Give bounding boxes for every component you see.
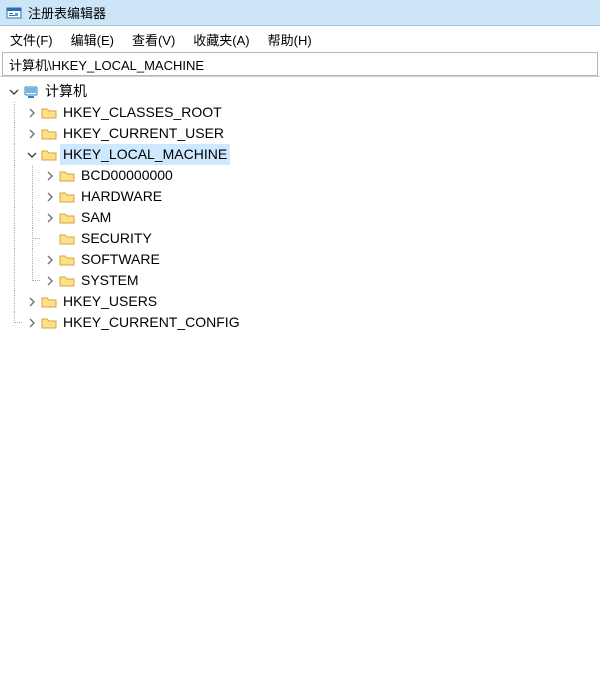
tree-label: HARDWARE bbox=[78, 186, 165, 207]
folder-icon bbox=[58, 231, 76, 247]
title-bar: 注册表编辑器 bbox=[0, 0, 600, 26]
chevron-right-icon[interactable] bbox=[24, 129, 40, 139]
folder-icon bbox=[58, 252, 76, 268]
window-title: 注册表编辑器 bbox=[28, 3, 106, 22]
menu-view[interactable]: 查看(V) bbox=[130, 28, 177, 51]
tree-node-hkcu[interactable]: HKEY_CURRENT_USER bbox=[0, 123, 600, 144]
tree-label: BCD00000000 bbox=[78, 165, 176, 186]
tree-node-hklm[interactable]: HKEY_LOCAL_MACHINE bbox=[0, 144, 600, 291]
folder-icon bbox=[58, 189, 76, 205]
tree-label: HKEY_CURRENT_CONFIG bbox=[60, 312, 243, 333]
folder-icon bbox=[58, 273, 76, 289]
tree-node-system[interactable]: SYSTEM bbox=[0, 270, 600, 291]
tree-label: HKEY_CURRENT_USER bbox=[60, 123, 227, 144]
chevron-down-icon[interactable] bbox=[24, 150, 40, 160]
menu-edit[interactable]: 编辑(E) bbox=[69, 28, 116, 51]
folder-icon bbox=[58, 210, 76, 226]
tree-node-sam[interactable]: SAM bbox=[0, 207, 600, 228]
tree-node-hku[interactable]: HKEY_USERS bbox=[0, 291, 600, 312]
tree-node-computer[interactable]: 计算机 HKEY_CLASSES_ROOT bbox=[0, 81, 600, 333]
tree-label: SOFTWARE bbox=[78, 249, 163, 270]
menu-help[interactable]: 帮助(H) bbox=[266, 28, 314, 51]
tree-node-security[interactable]: SECURITY bbox=[0, 228, 600, 249]
tree-node-hkcc[interactable]: HKEY_CURRENT_CONFIG bbox=[0, 312, 600, 333]
tree-node-hkcr[interactable]: HKEY_CLASSES_ROOT bbox=[0, 102, 600, 123]
chevron-right-icon[interactable] bbox=[42, 192, 58, 202]
chevron-right-icon[interactable] bbox=[24, 297, 40, 307]
chevron-right-icon[interactable] bbox=[24, 318, 40, 328]
chevron-right-icon[interactable] bbox=[42, 255, 58, 265]
tree-label: HKEY_USERS bbox=[60, 291, 160, 312]
folder-icon bbox=[40, 126, 58, 142]
menu-file[interactable]: 文件(F) bbox=[8, 28, 55, 51]
chevron-right-icon[interactable] bbox=[42, 276, 58, 286]
tree-label: SAM bbox=[78, 207, 114, 228]
chevron-right-icon[interactable] bbox=[42, 213, 58, 223]
folder-icon bbox=[40, 147, 58, 163]
folder-icon bbox=[40, 105, 58, 121]
tree-label: SYSTEM bbox=[78, 270, 142, 291]
tree-node-bcd[interactable]: BCD00000000 bbox=[0, 165, 600, 186]
chevron-right-icon[interactable] bbox=[42, 171, 58, 181]
address-bar[interactable]: 计算机\HKEY_LOCAL_MACHINE bbox=[2, 52, 598, 76]
tree-label-computer: 计算机 bbox=[42, 81, 90, 102]
tree-pane: 计算机 HKEY_CLASSES_ROOT bbox=[0, 76, 600, 683]
registry-tree: 计算机 HKEY_CLASSES_ROOT bbox=[0, 81, 600, 333]
tree-node-hardware[interactable]: HARDWARE bbox=[0, 186, 600, 207]
menu-favorites[interactable]: 收藏夹(A) bbox=[191, 28, 251, 51]
tree-label: HKEY_CLASSES_ROOT bbox=[60, 102, 225, 123]
address-path: 计算机\HKEY_LOCAL_MACHINE bbox=[9, 55, 204, 74]
regedit-app-icon bbox=[6, 5, 22, 21]
chevron-right-icon[interactable] bbox=[24, 108, 40, 118]
tree-label: HKEY_LOCAL_MACHINE bbox=[60, 144, 230, 165]
no-expand-icon bbox=[42, 228, 58, 249]
folder-icon bbox=[40, 294, 58, 310]
chevron-down-icon[interactable] bbox=[6, 87, 22, 97]
computer-icon bbox=[22, 84, 40, 100]
folder-icon bbox=[58, 168, 76, 184]
folder-icon bbox=[40, 315, 58, 331]
tree-label: SECURITY bbox=[78, 228, 155, 249]
menu-bar: 文件(F) 编辑(E) 查看(V) 收藏夹(A) 帮助(H) bbox=[0, 26, 600, 52]
tree-node-software[interactable]: SOFTWARE bbox=[0, 249, 600, 270]
